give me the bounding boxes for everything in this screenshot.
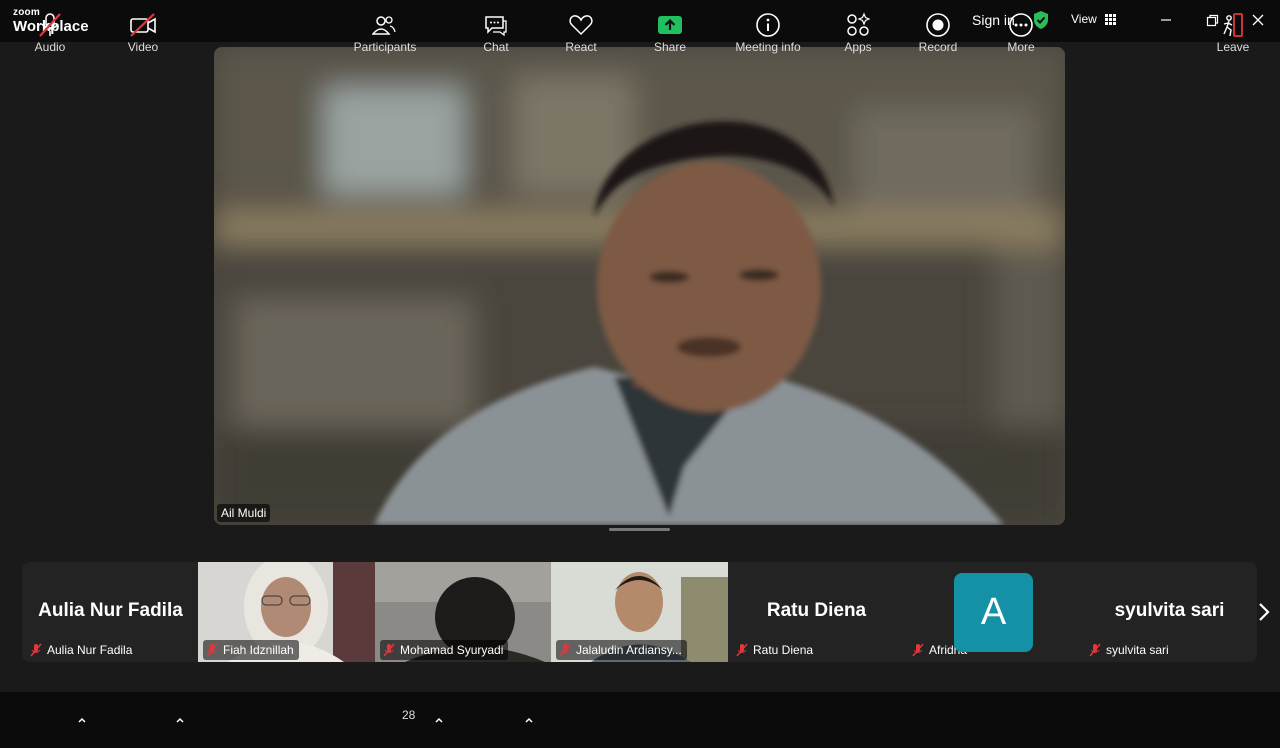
- main-speaker-video[interactable]: [214, 47, 1065, 525]
- chevron-right-icon[interactable]: [1256, 600, 1272, 624]
- apps-label: Apps: [844, 40, 872, 54]
- apps-button[interactable]: Apps: [838, 0, 878, 56]
- speaker-name-tag: Ail Muldi: [217, 504, 271, 522]
- participant-name: Aulia Nur Fadila: [47, 643, 133, 657]
- view-button[interactable]: View: [1071, 12, 1117, 26]
- react-label: React: [565, 40, 597, 54]
- participant-tile[interactable]: Ratu Diena Ratu Diena: [728, 562, 905, 662]
- chat-icon: [485, 16, 507, 37]
- record-button[interactable]: Record: [915, 0, 961, 56]
- mic-muted-icon: [736, 643, 748, 657]
- participant-label: Jalaludin Ardiansy...: [556, 640, 687, 660]
- speaker-video-frame: [214, 47, 1065, 525]
- more-button[interactable]: More: [1001, 0, 1041, 56]
- participant-name: Fiah Idznillah: [223, 643, 294, 657]
- participant-tile[interactable]: syulvita sari syulvita sari: [1081, 562, 1257, 662]
- resize-handle[interactable]: [609, 528, 670, 531]
- view-label: View: [1071, 12, 1097, 26]
- heart-icon: [569, 15, 593, 36]
- chat-button[interactable]: Chat: [476, 0, 516, 56]
- participant-display-name: syulvita sari: [1114, 600, 1225, 621]
- participant-label: Fiah Idznillah: [203, 640, 299, 660]
- leave-label: Leave: [1216, 40, 1250, 54]
- title-bar: zoom Workplace Sign in View: [0, 0, 1280, 42]
- close-icon: [1252, 14, 1264, 26]
- participant-name: Jalaludin Ardiansy...: [576, 643, 682, 657]
- participant-label: Mohamad Syuryadi: [380, 640, 509, 660]
- share-button[interactable]: Share: [650, 0, 690, 56]
- video-label: Video: [127, 40, 159, 54]
- minimize-button[interactable]: [1154, 10, 1178, 30]
- chevron-up-icon[interactable]: [434, 716, 444, 724]
- participant-label: syulvita sari: [1086, 640, 1174, 660]
- mic-muted-icon: [912, 643, 924, 657]
- more-label: More: [1007, 40, 1035, 54]
- participant-tile[interactable]: Fiah Idznillah: [198, 562, 375, 662]
- share-label: Share: [653, 40, 687, 54]
- chat-label: Chat: [483, 40, 509, 54]
- participants-icon: [372, 16, 396, 35]
- audio-button[interactable]: Audio: [28, 0, 72, 56]
- participant-label: Aulia Nur Fadila: [27, 640, 137, 660]
- info-icon: [756, 13, 780, 37]
- participant-tile[interactable]: Mohamad Syuryadi: [375, 562, 552, 662]
- meeting-info-button[interactable]: Meeting info: [728, 0, 808, 56]
- participants-button[interactable]: Participants: [350, 0, 420, 56]
- leave-button[interactable]: Leave: [1213, 0, 1253, 56]
- participant-name: Ratu Diena: [753, 643, 814, 657]
- participants-label: Participants: [353, 40, 417, 54]
- mic-muted-icon: [206, 643, 218, 657]
- grid-icon: [1104, 13, 1117, 25]
- participant-tile[interactable]: Jalaludin Ardiansy...: [551, 562, 728, 662]
- participant-display-name: Aulia Nur Fadila: [38, 600, 183, 621]
- mic-muted-icon: [39, 13, 61, 37]
- mic-muted-icon: [1089, 643, 1101, 657]
- gallery-strip: Aulia Nur Fadila Aulia Nur Fadila Fiah I…: [22, 562, 1257, 662]
- minimize-icon: [1161, 19, 1171, 21]
- chevron-up-icon[interactable]: [175, 716, 185, 724]
- meeting-toolbar: [0, 692, 1280, 748]
- leave-icon: [1223, 13, 1243, 37]
- meeting-info-label: Meeting info: [735, 40, 801, 54]
- mic-muted-icon: [30, 643, 42, 657]
- share-arrow-icon: [658, 16, 682, 34]
- participant-tile[interactable]: Aulia Nur Fadila Aulia Nur Fadila: [22, 562, 199, 662]
- record-icon: [926, 13, 950, 37]
- participant-name: Mohamad Syuryadi: [400, 643, 504, 657]
- apps-icon: [847, 12, 871, 36]
- more-icon: [1009, 13, 1033, 37]
- mic-muted-icon: [383, 643, 395, 657]
- chevron-up-icon[interactable]: [524, 716, 534, 724]
- mic-muted-icon: [559, 643, 571, 657]
- participant-name: syulvita sari: [1106, 643, 1169, 657]
- video-off-icon: [130, 13, 156, 37]
- audio-label: Audio: [34, 40, 66, 54]
- participant-display-name: Ratu Diena: [766, 600, 867, 621]
- participants-count: 28: [402, 708, 416, 722]
- chevron-up-icon[interactable]: [77, 716, 87, 724]
- participant-label: Ratu Diena: [733, 640, 818, 660]
- react-button[interactable]: React: [561, 0, 601, 56]
- video-button[interactable]: Video: [121, 0, 165, 56]
- avatar: A: [954, 573, 1033, 652]
- record-label: Record: [918, 40, 958, 54]
